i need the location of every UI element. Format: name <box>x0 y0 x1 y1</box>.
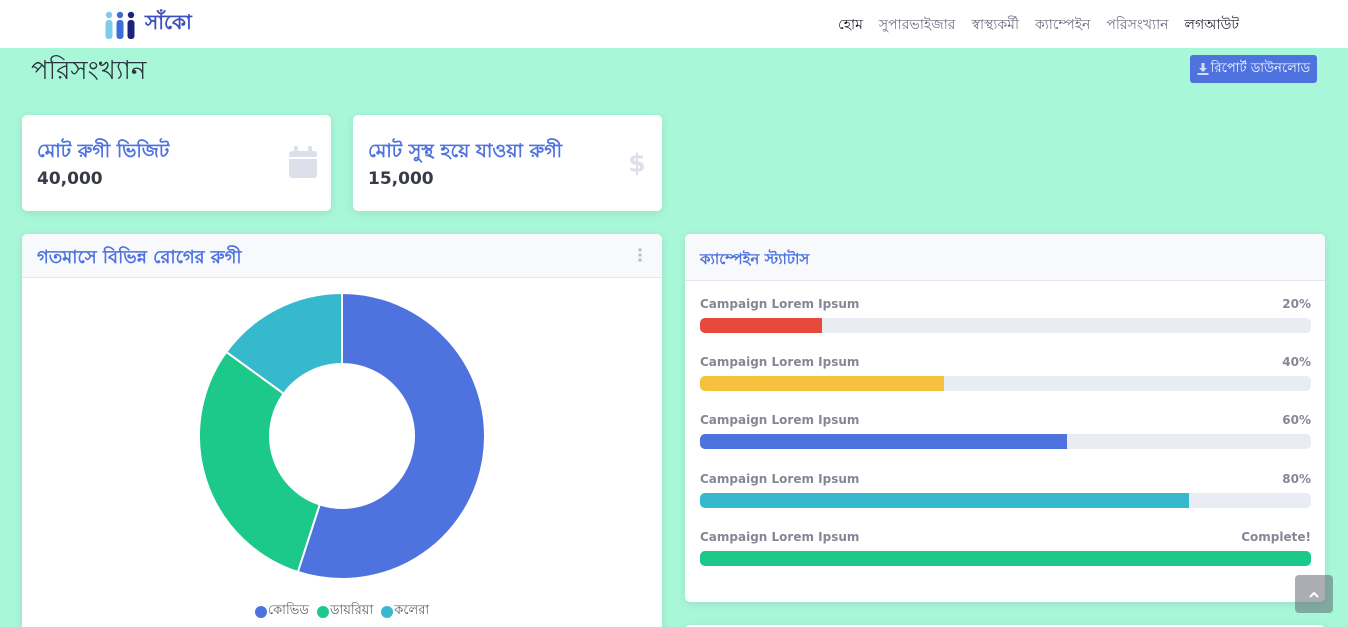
calendar-icon <box>289 146 317 178</box>
nav-links: হোম সুপারভাইজার স্বাস্থ্যকর্মী ক্যাম্পেই… <box>838 13 1239 37</box>
legend-swatch <box>316 605 329 618</box>
progress-fill <box>700 318 823 333</box>
chart-legend: কোভিড ডায়রিয়া কলেরা <box>22 601 662 622</box>
stat-card-recovered: মোট সুস্থ হয়ে যাওয়া রুগী 15,000 $ <box>353 115 662 211</box>
disease-chart-title: গতমাসে বিভিন্ন রোগের রুগী <box>37 247 242 268</box>
card-header: গতমাসে বিভিন্ন রোগের রুগী <box>22 234 662 278</box>
progress-fill <box>700 551 1311 566</box>
legend-item[interactable]: কলেরা <box>381 601 429 622</box>
nav-link-logout[interactable]: লগআউট <box>1185 13 1239 37</box>
nav-link-statistics[interactable]: পরিসংখ্যান <box>1106 13 1168 37</box>
legend-label: কোভিড <box>267 603 309 618</box>
page-title: পরিসংখ্যান <box>31 56 147 86</box>
campaign-name: Campaign Lorem Ipsum <box>700 297 860 311</box>
people-logo-icon <box>105 11 135 39</box>
progress-track <box>700 376 1311 391</box>
stat-card-total-visits: মোট রুগী ভিজিট 40,000 <box>22 115 331 211</box>
brand-name: সাঁকো <box>145 10 192 34</box>
campaign-name: Campaign Lorem Ipsum <box>700 472 860 486</box>
campaign-percent: 60% <box>1282 413 1311 427</box>
scroll-to-top-button[interactable] <box>1295 575 1333 613</box>
campaign-name: Campaign Lorem Ipsum <box>700 413 860 427</box>
campaign-percent: 80% <box>1282 472 1311 486</box>
disease-donut-chart <box>198 292 486 580</box>
campaign-percent: Complete! <box>1241 530 1311 544</box>
disease-chart-card: গতমাসে বিভিন্ন রোগের রুগী কোভিড ডায়রিয়… <box>22 234 662 627</box>
progress-track <box>700 493 1311 508</box>
stat-value: 15,000 <box>368 169 434 189</box>
legend-item[interactable]: ডায়রিয়া <box>316 601 374 622</box>
legend-swatch <box>381 605 394 618</box>
progress-track <box>700 318 1311 333</box>
stat-label: মোট রুগী ভিজিট <box>37 140 170 162</box>
progress-track <box>700 434 1311 449</box>
nav-link-supervisor[interactable]: সুপারভাইজার <box>879 13 956 37</box>
progress-fill <box>700 376 945 391</box>
stat-label: মোট সুস্থ হয়ে যাওয়া রুগী <box>368 140 563 162</box>
chevron-up-icon <box>1309 591 1319 598</box>
nav-link-campaign[interactable]: ক্যাম্পেইন <box>1035 13 1090 37</box>
campaign-percent: 40% <box>1282 355 1311 369</box>
download-report-button[interactable]: রিপোর্ট ডাউনলোড <box>1190 55 1317 83</box>
donut-slice[interactable] <box>198 350 322 574</box>
progress-track <box>700 551 1311 566</box>
campaign-status-title: ক্যাম্পেইন স্ট্যাটাস <box>700 250 810 268</box>
progress-fill <box>700 434 1067 449</box>
nav-link-home[interactable]: হোম <box>838 13 863 37</box>
legend-item[interactable]: কোভিড <box>254 601 309 622</box>
legend-label: কলেরা <box>394 603 430 618</box>
svg-text:$: $ <box>628 148 645 177</box>
top-navbar: সাঁকো হোম সুপারভাইজার স্বাস্থ্যকর্মী ক্য… <box>0 0 1348 48</box>
download-icon <box>1197 63 1209 75</box>
progress-fill <box>700 493 1189 508</box>
download-report-label: রিপোর্ট ডাউনলোড <box>1210 60 1311 76</box>
legend-label: ডায়রিয়া <box>329 603 374 618</box>
more-options-icon[interactable] <box>638 248 642 262</box>
campaign-name: Campaign Lorem Ipsum <box>700 530 860 544</box>
card-header: ক্যাম্পেইন স্ট্যাটাস <box>685 234 1325 281</box>
legend-swatch <box>254 605 267 618</box>
brand[interactable]: সাঁকো <box>103 8 192 41</box>
campaign-name: Campaign Lorem Ipsum <box>700 355 860 369</box>
dollar-icon: $ <box>628 148 645 177</box>
nav-link-health-worker[interactable]: স্বাস্থ্যকর্মী <box>971 13 1018 37</box>
campaign-percent: 20% <box>1282 297 1311 311</box>
campaign-status-card: ক্যাম্পেইন স্ট্যাটাস Campaign Lorem Ipsu… <box>685 234 1325 602</box>
stat-value: 40,000 <box>37 169 103 189</box>
